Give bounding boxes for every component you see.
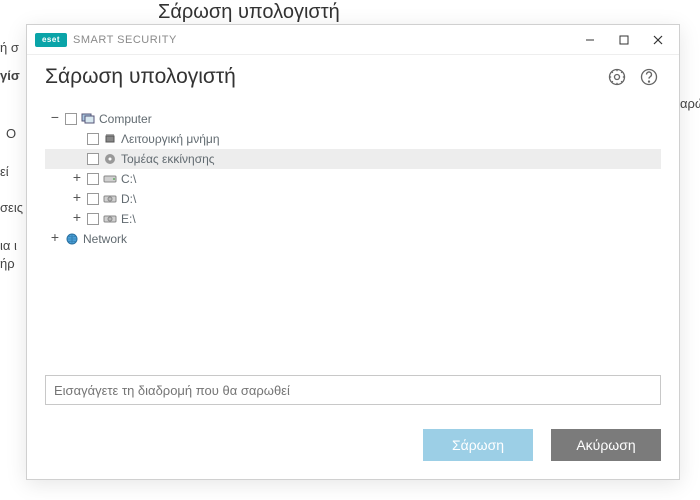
node-label: Computer (99, 112, 152, 126)
brand-logo: eset (35, 33, 67, 47)
bg-frag: γίσ (0, 68, 20, 83)
boot-sector-icon (103, 152, 117, 166)
bg-frag: εί (0, 164, 9, 179)
tree-node-memory[interactable]: Λειτουργική μνήμη (45, 129, 661, 149)
dialog-footer: Σάρωση Ακύρωση (27, 375, 679, 479)
tree-node-drive-d[interactable]: + D:\ (45, 189, 661, 209)
expand-icon[interactable]: + (71, 193, 83, 205)
window-title: SMART SECURITY (73, 34, 573, 46)
dialog-title: Σάρωση υπολογιστή (45, 65, 597, 89)
tree-node-computer[interactable]: − Computer (45, 109, 661, 129)
node-label: C:\ (121, 172, 136, 186)
tree-node-network[interactable]: + Network (45, 229, 661, 249)
node-label: D:\ (121, 192, 136, 206)
scan-dialog: eset SMART SECURITY Σάρωση υπολογιστή (26, 24, 680, 480)
expand-icon[interactable]: + (71, 173, 83, 185)
tree-node-drive-c[interactable]: + C:\ (45, 169, 661, 189)
bg-page-title: Σάρωση υπολογιστή (158, 1, 340, 24)
checkbox[interactable] (87, 193, 99, 205)
computer-icon (81, 112, 95, 126)
cancel-button[interactable]: Ακύρωση (551, 429, 661, 461)
node-label: E:\ (121, 212, 136, 226)
checkbox[interactable] (87, 133, 99, 145)
bg-frag: ήρ (0, 256, 15, 271)
maximize-button[interactable] (607, 26, 641, 54)
bg-frag: αρώ (680, 96, 700, 111)
bg-frag: σεις (0, 200, 23, 215)
collapse-icon[interactable]: − (49, 113, 61, 125)
dialog-header: Σάρωση υπολογιστή (27, 55, 679, 95)
tree-node-boot[interactable]: Τομέας εκκίνησης (45, 149, 661, 169)
bg-frag: ια ι (0, 238, 17, 253)
checkbox[interactable] (65, 113, 77, 125)
bg-frag: ή σ (0, 40, 19, 55)
network-icon (65, 232, 79, 246)
expand-icon[interactable]: + (49, 233, 61, 245)
scan-target-tree: − Computer Λειτουργική μνήμη Τομέας εκκί… (27, 95, 679, 375)
help-button[interactable] (637, 65, 661, 89)
checkbox[interactable] (87, 213, 99, 225)
memory-icon (103, 132, 117, 146)
minimize-button[interactable] (573, 26, 607, 54)
optical-drive-icon (103, 192, 117, 206)
settings-button[interactable] (605, 65, 629, 89)
node-label: Τομέας εκκίνησης (121, 152, 215, 166)
tree-node-drive-e[interactable]: + E:\ (45, 209, 661, 229)
node-label: Network (83, 232, 127, 246)
close-button[interactable] (641, 26, 675, 54)
checkbox[interactable] (87, 153, 99, 165)
node-label: Λειτουργική μνήμη (121, 132, 220, 146)
scan-button[interactable]: Σάρωση (423, 429, 533, 461)
optical-drive-icon (103, 212, 117, 226)
scan-path-input[interactable] (45, 375, 661, 405)
bg-frag: Ο (6, 126, 16, 141)
expand-icon[interactable]: + (71, 213, 83, 225)
window-titlebar: eset SMART SECURITY (27, 25, 679, 55)
hdd-icon (103, 172, 117, 186)
checkbox[interactable] (87, 173, 99, 185)
